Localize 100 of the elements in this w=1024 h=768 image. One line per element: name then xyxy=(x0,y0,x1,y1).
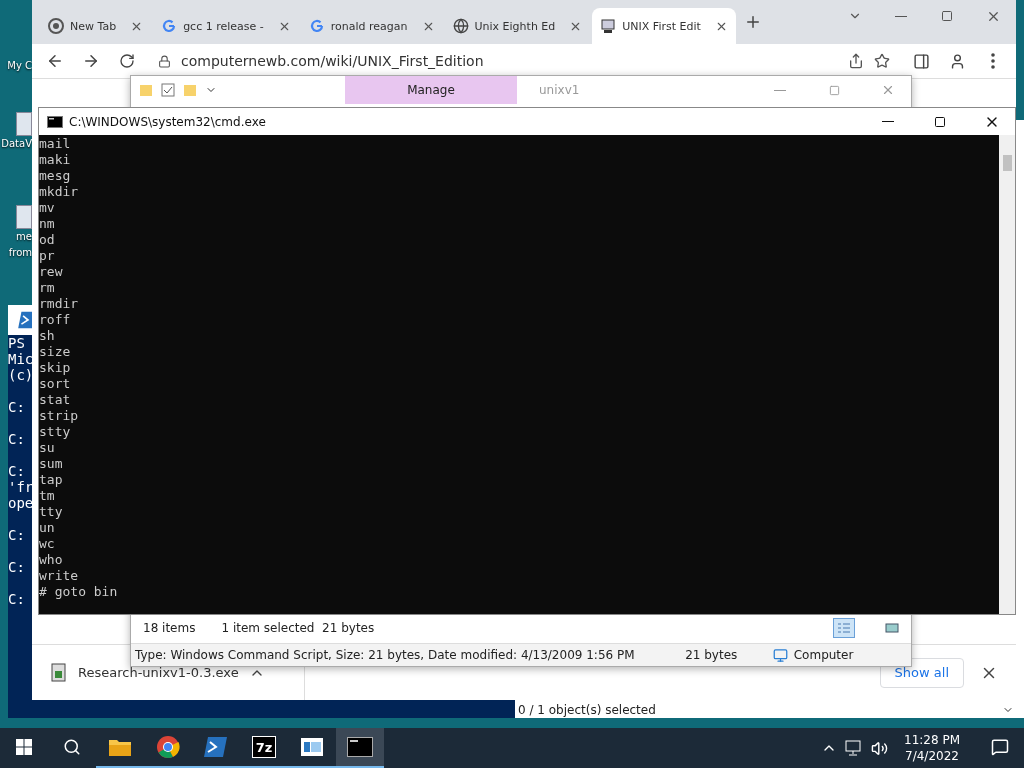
terminal-line: rm xyxy=(39,280,55,296)
terminal-line: mail xyxy=(39,136,71,152)
checklist-icon xyxy=(161,83,175,97)
terminal-line: who xyxy=(39,552,63,568)
letter-g-icon xyxy=(161,18,178,34)
scrollbar[interactable] xyxy=(999,135,1015,614)
minimize-icon xyxy=(774,89,786,91)
terminal-line: sort xyxy=(39,376,71,392)
terminal-line: PS xyxy=(8,335,25,351)
browser-tab[interactable]: gcc 1 release - xyxy=(153,8,299,44)
terminal-line: wc xyxy=(39,536,55,552)
search-icon xyxy=(63,738,81,756)
terminal-line: # goto bin xyxy=(39,584,118,600)
volume-icon xyxy=(871,739,888,757)
side-panel-icon xyxy=(912,52,930,70)
terminal-line: mv xyxy=(39,200,55,216)
terminal-line: mkdir xyxy=(39,184,79,200)
installer-icon xyxy=(50,662,68,683)
terminal-line: 'fr xyxy=(8,479,34,495)
file-size: 21 bytes xyxy=(684,648,739,662)
terminal-line: mesg xyxy=(39,168,71,184)
list-icon xyxy=(837,622,851,634)
file-details: Type: Windows Command Script, Size: 21 bytes, Date modified: 4/13/2009 1:56 PM xyxy=(134,648,636,662)
terminal-line: strip xyxy=(39,408,79,424)
terminal-line: roff xyxy=(39,312,71,328)
terminal-line: (c) xyxy=(8,367,34,383)
terminal-prompt-icon xyxy=(204,736,228,758)
picture-frame-icon xyxy=(885,622,899,634)
menu-icon xyxy=(991,53,995,69)
terminal-line: Mic xyxy=(8,351,34,367)
minimize-icon xyxy=(895,15,907,17)
lock-icon xyxy=(158,54,171,68)
terminal-line: su xyxy=(39,440,55,456)
terminal-line: size xyxy=(39,344,71,360)
browser-logo-icon xyxy=(48,18,64,34)
status-text: 0 / 1 object(s) selected xyxy=(518,702,656,718)
browser-tab[interactable]: New Tab xyxy=(40,8,152,44)
folder-icon xyxy=(108,737,132,757)
item-count: 18 items xyxy=(143,621,196,635)
star-icon xyxy=(874,53,890,69)
desktop-icon-label[interactable]: My C xyxy=(7,58,32,74)
reload-icon xyxy=(119,53,135,69)
terminal-line: tty xyxy=(39,504,63,520)
terminal-icon xyxy=(347,737,373,757)
window-title: unixv1 xyxy=(539,83,580,97)
taskbar-app-button[interactable]: 7z xyxy=(240,728,288,768)
terminal-line: nm xyxy=(39,216,55,232)
clock[interactable]: 11:28 PM 7/4/2022 xyxy=(896,732,968,764)
terminal-line: stat xyxy=(39,392,71,408)
desktop-icon-label[interactable]: DataV xyxy=(1,136,32,152)
desktop-icon-label[interactable]: from xyxy=(8,245,32,261)
speech-bubble-icon xyxy=(991,738,1009,756)
computer-icon xyxy=(600,18,617,34)
terminal-line: C: xyxy=(8,559,25,575)
terminal-line: tm xyxy=(39,488,55,504)
browser-logo-icon xyxy=(156,735,180,759)
forward-arrow-icon xyxy=(82,52,100,70)
terminal-icon xyxy=(47,115,63,128)
location-label: Computer xyxy=(793,648,854,662)
maximize-icon xyxy=(934,115,946,128)
network-icon xyxy=(845,740,863,756)
terminal-line: rmdir xyxy=(39,296,79,312)
shortcut-icon xyxy=(16,205,32,229)
taskbar-app-button[interactable] xyxy=(336,728,384,768)
windows-logo-icon xyxy=(16,739,32,755)
minimize-icon xyxy=(882,121,894,122)
terminal-line: pr xyxy=(39,248,55,264)
browser-tab[interactable]: ronald reagan xyxy=(300,8,443,44)
browser-tab[interactable]: UNIX First Edit xyxy=(592,8,736,44)
terminal-line: C: xyxy=(8,527,25,543)
share-icon xyxy=(848,53,864,69)
close-icon xyxy=(881,83,895,97)
terminal-line: sh xyxy=(39,328,55,344)
maximize-icon xyxy=(828,84,840,96)
terminal-line: rew xyxy=(39,264,63,280)
terminal-line: stty xyxy=(39,424,71,440)
terminal-line: maki xyxy=(39,152,71,168)
terminal-line: C: xyxy=(8,463,25,479)
archive-app-icon: 7z xyxy=(252,736,276,758)
browser-tab[interactable]: Unix Eighth Ed xyxy=(444,8,591,44)
terminal-line: C: xyxy=(8,399,25,415)
terminal-line: C: xyxy=(8,431,25,447)
ribbon-tab[interactable]: Manage xyxy=(345,76,517,104)
monitor-icon xyxy=(772,647,788,663)
terminal-line: write xyxy=(39,568,79,584)
terminal-line: ope xyxy=(8,495,34,511)
selection-info: 1 item selected 21 bytes xyxy=(221,621,375,635)
download-file-name[interactable]: Research-unixv1-0.3.exe xyxy=(78,665,239,680)
terminal-line: sum xyxy=(39,456,63,472)
window-title: C:\WINDOWS\system32\cmd.exe xyxy=(69,114,266,129)
maximize-icon xyxy=(941,10,953,22)
folder-icon xyxy=(183,83,197,97)
shortcut-icon xyxy=(16,112,32,136)
terminal-line: od xyxy=(39,232,55,248)
globe-icon xyxy=(452,18,469,34)
terminal-line: skip xyxy=(39,360,71,376)
desktop-icon-label[interactable]: me xyxy=(16,229,32,245)
terminal-line: un xyxy=(39,520,55,536)
terminal-line: C: xyxy=(8,591,25,607)
terminal-line: tap xyxy=(39,472,63,488)
